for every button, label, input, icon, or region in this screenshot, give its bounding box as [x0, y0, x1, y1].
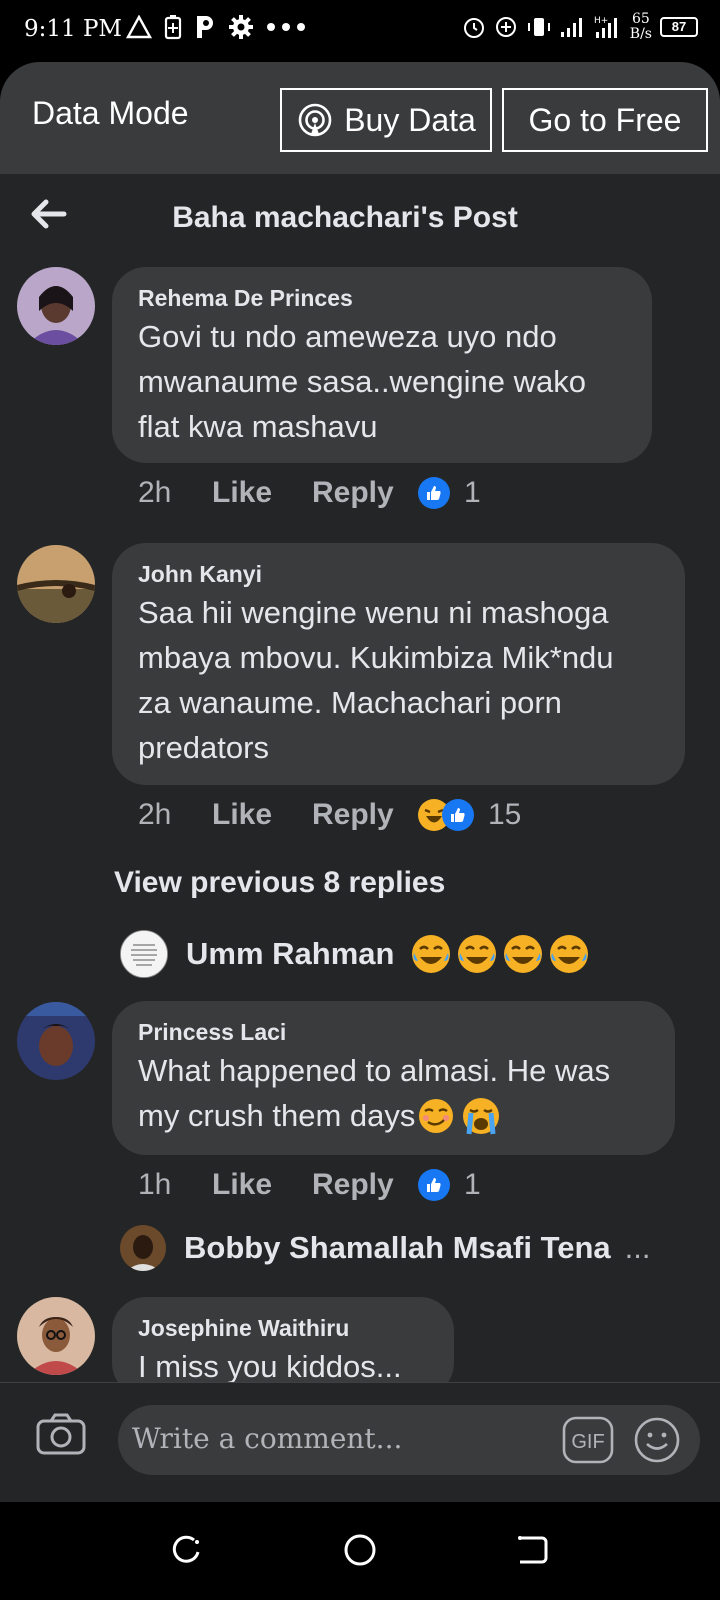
avatar [120, 1225, 166, 1271]
comment-actions: 1h Like Reply 1 [138, 1168, 481, 1202]
battery-saver-icon [164, 15, 182, 40]
status-time: 9:11 PM [24, 16, 122, 42]
signal-hplus-icon: H+ [594, 16, 617, 38]
reactions[interactable]: 15 [418, 798, 521, 832]
reply-button[interactable]: Reply [312, 476, 418, 510]
comment-author[interactable]: Princess Laci [138, 1019, 649, 1046]
vibrate-icon [527, 18, 550, 36]
crying-laughing-emoji-icon [550, 935, 589, 973]
post-header: Baha machachari's Post [0, 174, 720, 258]
comment-bubble: John Kanyi Saa hii wengine wenu ni masho… [112, 543, 685, 785]
gif-label: GIF [571, 1431, 604, 1453]
crying-laughing-emoji-icon [504, 935, 543, 973]
thumbs-up-icon [418, 1169, 450, 1201]
loudly-crying-emoji-icon [463, 1097, 500, 1134]
gif-icon[interactable]: GIF [562, 1415, 614, 1465]
reply-preview[interactable]: Umm Rahman [120, 930, 590, 978]
buy-data-button[interactable]: Buy Data [280, 88, 492, 152]
camera-icon[interactable] [36, 1411, 86, 1457]
comment-placeholder: Write a comment... [132, 1422, 403, 1455]
back-nav-icon[interactable] [514, 1532, 550, 1568]
page-title: Baha machachari's Post [172, 201, 518, 234]
comment-time: 2h [138, 476, 172, 509]
comment-text: Saa hii wengine wenu ni mashoga mbaya mb… [138, 595, 614, 765]
comment-author[interactable]: John Kanyi [138, 561, 659, 588]
smirking-face-emoji-icon [419, 1098, 454, 1133]
comment-composer: Write a comment... GIF [0, 1382, 720, 1502]
go-to-free-button[interactable]: Go to Free [502, 88, 708, 152]
crying-laughing-emoji-icon [412, 935, 451, 973]
data-mode-bar: Data Mode Buy Data Go to Free [0, 62, 720, 174]
warning-icon [126, 15, 152, 39]
like-button[interactable]: Like [212, 1168, 312, 1202]
parking-icon [197, 16, 213, 38]
alarm-icon [463, 18, 484, 38]
more-dots-icon [267, 23, 305, 31]
reaction-count: 1 [464, 1168, 481, 1201]
comment-input[interactable]: Write a comment... GIF [118, 1405, 700, 1475]
emoji-row [410, 933, 590, 975]
avatar[interactable] [17, 267, 95, 345]
facebook-app: Data Mode Buy Data Go to Free Baha macha… [0, 62, 720, 1502]
reply-ellipsis: ... [624, 1230, 651, 1265]
gear-icon [229, 15, 253, 39]
comment-bubble: Rehema De Princes Govi tu ndo ameweza uy… [112, 267, 652, 463]
data-mode-label: Data Mode [32, 95, 189, 131]
avatar[interactable] [17, 1002, 95, 1080]
system-icons: H+ 65 B/s 87 [462, 12, 698, 42]
reaction-count: 1 [464, 476, 481, 509]
emoji-icon[interactable] [632, 1415, 682, 1465]
comment-text: Govi tu ndo ameweza uyo ndo mwanaume sas… [138, 319, 587, 444]
reply-preview[interactable]: Bobby Shamallah Msafi Tena ... [120, 1225, 650, 1271]
svg-text:H+: H+ [594, 16, 608, 26]
reaction-count: 15 [488, 798, 522, 831]
status-bar: 9:11 PM H+ 65 B/s 87 [0, 0, 720, 62]
thumbs-up-icon [418, 477, 450, 509]
avatar [120, 930, 168, 978]
comment-author[interactable]: Josephine Waithiru [138, 1315, 428, 1342]
reactions[interactable]: 1 [418, 1168, 481, 1202]
comment-author[interactable]: Rehema De Princes [138, 285, 626, 312]
broadcast-icon [298, 103, 332, 137]
thumbs-up-icon [442, 799, 474, 831]
comment-time: 2h [138, 798, 172, 831]
navigation-bar [0, 1502, 720, 1600]
comment-bubble: Princess Laci What happened to almasi. H… [112, 1001, 675, 1155]
avatar[interactable] [17, 1297, 95, 1375]
comment-actions: 2h Like Reply 1 [138, 476, 481, 510]
notification-icons [126, 14, 306, 40]
view-previous-replies[interactable]: View previous 8 replies [114, 866, 445, 900]
reply-author: Bobby Shamallah Msafi Tena [184, 1230, 611, 1265]
reply-button[interactable]: Reply [312, 798, 418, 832]
signal-icon [560, 18, 582, 37]
data-saver-icon [495, 17, 516, 37]
comment-time: 1h [138, 1168, 172, 1201]
battery-indicator: 87 [660, 17, 698, 37]
home-icon[interactable] [342, 1532, 378, 1568]
like-button[interactable]: Like [212, 798, 312, 832]
avatar[interactable] [17, 545, 95, 623]
recent-apps-icon[interactable] [168, 1532, 204, 1568]
comment-text: What happened to almasi. He was my crush… [138, 1048, 649, 1138]
reply-button[interactable]: Reply [312, 1168, 418, 1202]
comment-actions: 2h Like Reply 15 [138, 798, 521, 832]
crying-laughing-emoji-icon [458, 935, 497, 973]
reactions[interactable]: 1 [418, 476, 481, 510]
network-speed: 65 B/s [629, 11, 652, 42]
like-button[interactable]: Like [212, 476, 312, 510]
reply-author: Umm Rahman [186, 936, 395, 971]
